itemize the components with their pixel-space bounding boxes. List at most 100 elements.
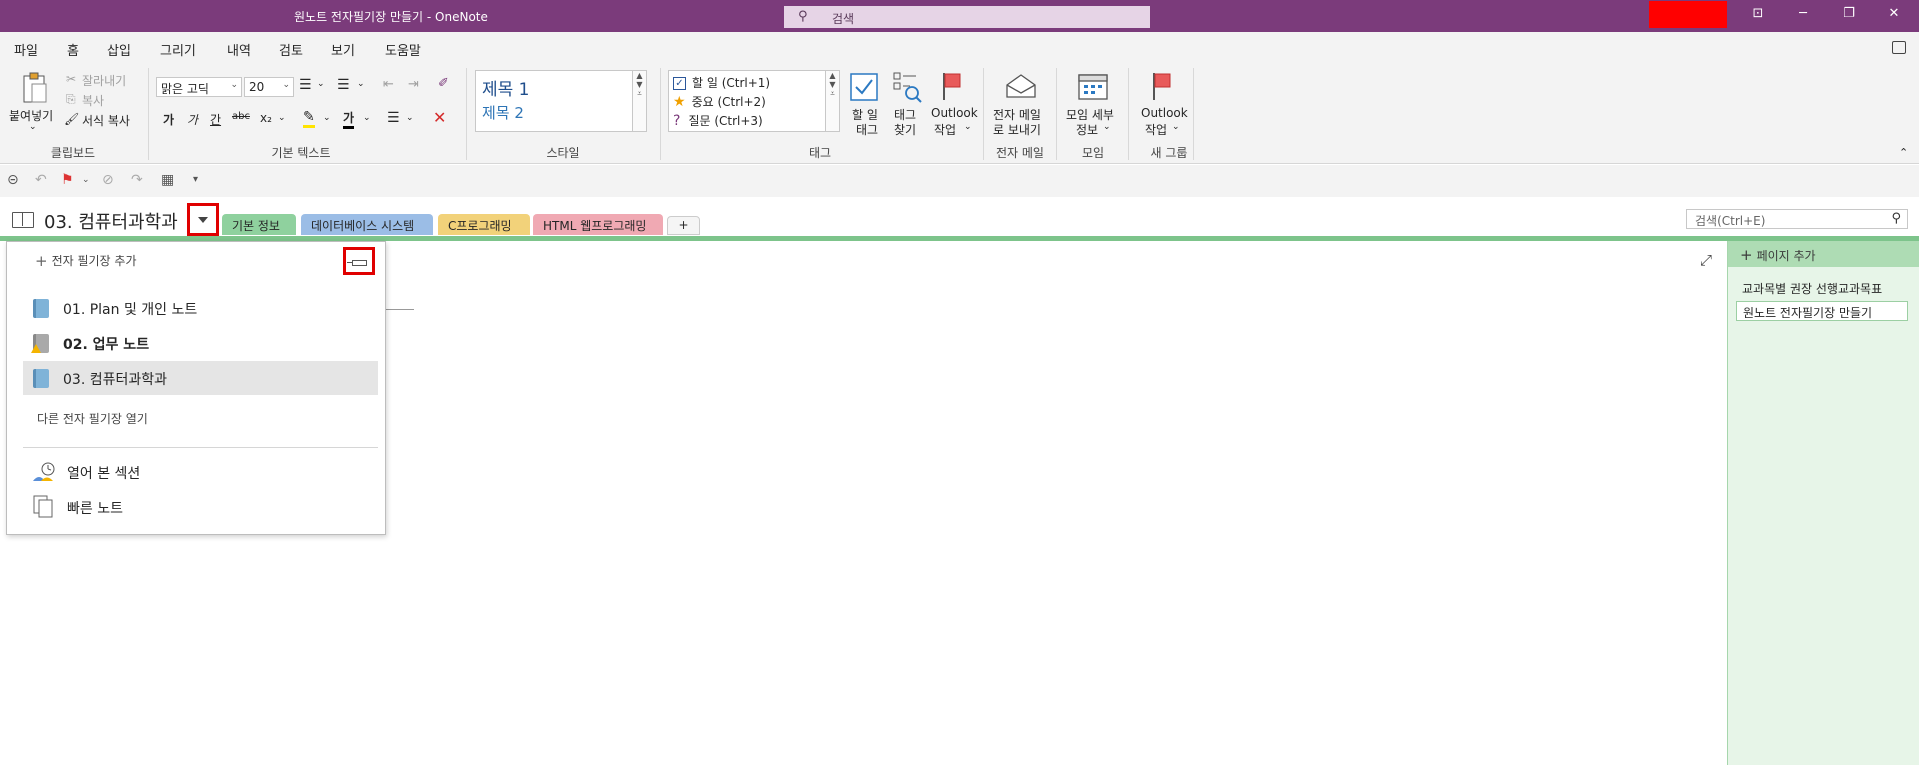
chevron-down-icon[interactable]: ⌄: [363, 113, 371, 123]
back-icon[interactable]: ⊝: [7, 172, 19, 188]
email-label-2[interactable]: 로 보내기: [993, 121, 1041, 138]
redo-icon[interactable]: ↷: [131, 172, 143, 188]
font-combo[interactable]: 맑은 고딕 ⌄: [156, 77, 242, 97]
collapse-ribbon-icon[interactable]: ⌃: [1899, 146, 1908, 159]
email-icon[interactable]: [1005, 73, 1037, 102]
chevron-down-icon[interactable]: ⌄: [357, 79, 365, 89]
add-section-button[interactable]: +: [667, 216, 700, 235]
notebook-title[interactable]: 03. 컴퓨터과학과: [44, 208, 178, 234]
bullets-icon[interactable]: ☰: [299, 77, 312, 93]
customize-qat-icon[interactable]: ▾: [193, 174, 198, 185]
menu-history[interactable]: 내역: [227, 40, 251, 59]
tag-important[interactable]: ★ 중요 (Ctrl+2): [673, 93, 766, 110]
cut-button[interactable]: 잘라내기: [82, 72, 126, 89]
open-other-notebooks-link[interactable]: 다른 전자 필기장 열기: [37, 410, 148, 427]
outlook-tasks-label-1[interactable]: Outlook: [931, 106, 978, 120]
clock-icon: [33, 462, 55, 481]
forward-icon[interactable]: ⊘: [102, 172, 114, 188]
search-box[interactable]: ⚲ 검색: [784, 6, 1150, 28]
todo-tag-label-2[interactable]: 태그: [856, 121, 878, 138]
menu-view[interactable]: 보기: [331, 40, 355, 59]
restore-button[interactable]: ❐: [1839, 6, 1859, 21]
outlook-task-label-1[interactable]: Outlook: [1141, 106, 1188, 120]
chevron-down-icon[interactable]: ⌄: [964, 122, 972, 132]
tab-section-html[interactable]: HTML 웹프로그래밍: [533, 214, 663, 235]
find-tags-icon[interactable]: [892, 71, 922, 106]
chevron-down-icon[interactable]: ⌄: [82, 175, 90, 185]
ribbon-display-icon[interactable]: ⊡: [1748, 6, 1768, 21]
expand-icon[interactable]: ⤢: [1700, 251, 1712, 269]
add-notebook-label: 전자 필기장 추가: [51, 254, 137, 268]
sync-warning-icon: [31, 344, 41, 353]
style-heading-2[interactable]: 제목 2: [482, 102, 524, 123]
tag-question[interactable]: ? 질문 (Ctrl+3): [673, 112, 763, 129]
tag-todo[interactable]: ✓ 할 일 (Ctrl+1): [673, 74, 770, 91]
format-painter-button[interactable]: 서식 복사: [82, 112, 130, 129]
todo-tag-icon[interactable]: [850, 73, 878, 104]
strikethrough-button[interactable]: abc: [232, 111, 250, 122]
chevron-down-icon[interactable]: ⌄: [278, 113, 286, 123]
tab-section-c-programming[interactable]: C프로그래밍: [438, 214, 530, 235]
minimize-button[interactable]: ─: [1793, 6, 1813, 21]
chevron-down-icon[interactable]: ⌄: [323, 113, 331, 123]
outlook-flag-icon[interactable]: [940, 71, 964, 104]
delete-icon[interactable]: ✕: [433, 108, 446, 127]
outlook-flag-icon[interactable]: [1150, 71, 1174, 104]
clear-formatting-icon[interactable]: ✐: [438, 76, 449, 91]
ribbon-separator: [1056, 68, 1057, 160]
page-item[interactable]: 교과목별 권장 선행교과목표: [1742, 280, 1882, 297]
tags-gallery[interactable]: ✓ 할 일 (Ctrl+1) ★ 중요 (Ctrl+2) ? 질문 (Ctrl+3) …: [668, 70, 840, 132]
bold-button[interactable]: 가: [163, 111, 174, 128]
tab-section-database[interactable]: 데이터베이스 시스템: [301, 214, 433, 235]
subscript-button[interactable]: x₂: [260, 111, 272, 125]
chevron-down-icon[interactable]: ⌄: [317, 79, 325, 89]
styles-scroll[interactable]: ▲ ▼ ⩡: [632, 71, 646, 131]
styles-gallery[interactable]: 제목 1 제목 2 ▲ ▼ ⩡: [475, 70, 647, 132]
notebook-view-icon[interactable]: [1892, 41, 1906, 54]
meeting-label-2[interactable]: 정보: [1076, 121, 1098, 138]
page-search-input[interactable]: 검색(Ctrl+E) ⚲: [1686, 209, 1908, 229]
menu-file[interactable]: 파일: [14, 40, 38, 59]
font-color-button[interactable]: 가: [343, 109, 355, 129]
find-tags-label-2[interactable]: 찾기: [894, 121, 916, 138]
notebook-item[interactable]: 01. Plan 및 개인 노트: [23, 291, 378, 325]
chevron-down-icon[interactable]: ⌄: [406, 113, 414, 123]
undo-icon[interactable]: ↶: [35, 172, 47, 188]
underline-button[interactable]: 간: [210, 111, 221, 128]
page-item-selected[interactable]: 원노트 전자필기장 만들기: [1736, 301, 1908, 321]
quick-notes-button[interactable]: 빠른 노트: [23, 490, 378, 524]
close-button[interactable]: ✕: [1884, 6, 1904, 21]
align-icon[interactable]: ☰: [387, 110, 400, 126]
quick-access-toolbar: ⊝ ↶ ⚑ ⌄ ⊘ ↷ ▦ ▾: [0, 165, 1919, 197]
menu-draw[interactable]: 그리기: [160, 40, 196, 59]
add-page-button[interactable]: + 페이지 추가: [1728, 241, 1919, 267]
meeting-details-icon[interactable]: [1078, 71, 1108, 104]
style-heading-1[interactable]: 제목 1: [482, 75, 530, 100]
outlook-tasks-label-2[interactable]: 작업: [934, 121, 956, 138]
menu-help[interactable]: 도움말: [385, 40, 421, 59]
recent-sections-button[interactable]: 열어 본 섹션: [23, 455, 378, 489]
highlight-icon[interactable]: ✎: [303, 109, 315, 128]
paste-dropdown-icon[interactable]: ⌄: [29, 122, 37, 132]
font-size-combo[interactable]: 20 ⌄: [244, 77, 294, 97]
menu-review[interactable]: 검토: [279, 40, 303, 59]
menu-insert[interactable]: 삽입: [107, 40, 131, 59]
ribbon-separator: [148, 68, 149, 160]
flag-icon[interactable]: ⚑: [61, 172, 74, 188]
copy-button[interactable]: 복사: [82, 92, 104, 109]
chevron-down-icon[interactable]: ⌄: [1172, 122, 1180, 132]
notebook-item[interactable]: 02. 업무 노트: [23, 326, 378, 360]
notebook-dropdown-button[interactable]: [187, 203, 219, 236]
italic-button[interactable]: 가: [187, 111, 198, 128]
pin-pane-button[interactable]: [343, 247, 375, 275]
numbering-icon[interactable]: ☰: [337, 77, 350, 93]
table-icon[interactable]: ▦: [161, 172, 174, 188]
add-notebook-button[interactable]: + 전자 필기장 추가: [35, 252, 137, 270]
chevron-down-icon: [198, 217, 208, 223]
tab-section-basic-info[interactable]: 기본 정보: [222, 214, 296, 235]
outlook-task-label-2[interactable]: 작업: [1145, 121, 1167, 138]
paste-icon[interactable]: [20, 72, 48, 107]
chevron-down-icon[interactable]: ⌄: [1103, 122, 1111, 132]
tags-scroll[interactable]: ▲ ▼ ⩡: [825, 71, 839, 131]
notebook-item-selected[interactable]: 03. 컴퓨터과학과: [23, 361, 378, 395]
